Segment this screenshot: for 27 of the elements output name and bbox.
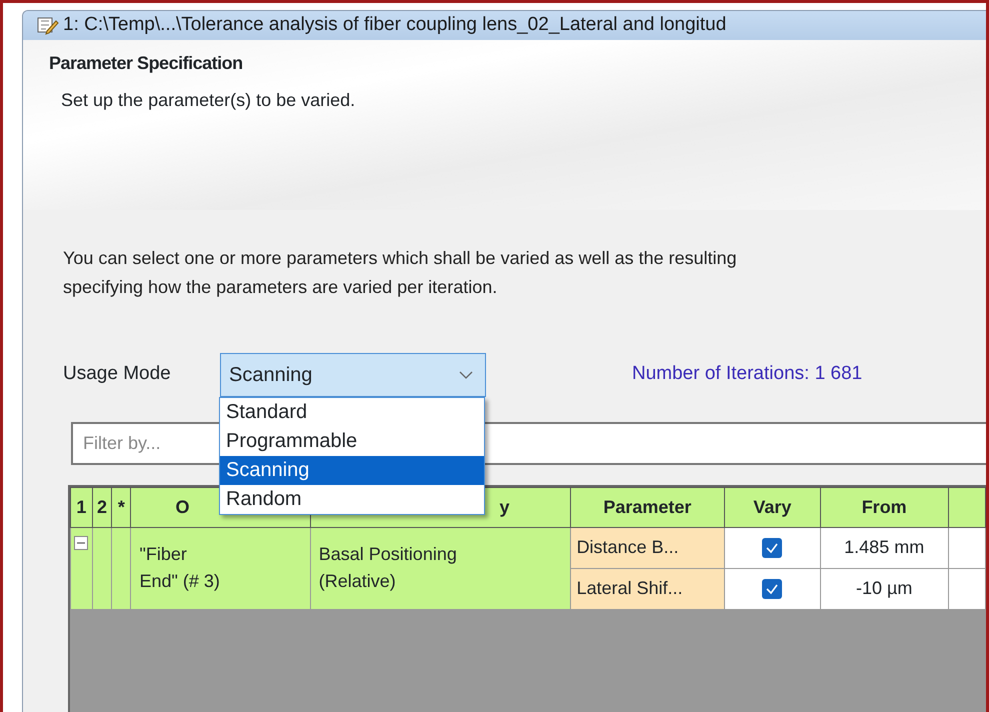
usage-mode-dropdown[interactable]: Scanning — [220, 352, 486, 396]
object-name: "Fiber End" (# 3) — [139, 543, 221, 593]
parameter-name: Distance B... — [576, 537, 679, 557]
column-header: * — [112, 487, 131, 527]
page-subtitle: Set up the parameter(s) to be varied. — [61, 88, 356, 112]
column-header: 1 — [70, 487, 92, 527]
collapse-icon[interactable] — [74, 536, 88, 550]
description-text: specifying how the parameters are varied per iteration. — [63, 276, 498, 299]
from-value: -10 µm — [856, 578, 912, 598]
vary-checkbox[interactable] — [761, 537, 784, 560]
app-icon — [37, 15, 59, 36]
from-value: 1.485 mm — [844, 537, 924, 557]
page-title: Parameter Specification — [49, 52, 244, 75]
window-title: 1: C:\Temp\...\Tolerance analysis of fiber coupling lens_02_Lateral and longitud — [63, 13, 726, 37]
column-header: Vary — [724, 487, 820, 527]
dropdown-option[interactable]: Programmable — [220, 426, 484, 456]
vary-checkbox[interactable] — [761, 578, 784, 600]
column-header: Parameter — [570, 487, 725, 527]
dropdown-option[interactable]: Scanning — [220, 456, 484, 484]
parameter-name: Lateral Shif... — [576, 578, 683, 598]
category-name: Basal Positioning (Relative) — [318, 543, 458, 593]
description-text: You can select one or more parameters which shall be varied as well as the resulting — [63, 246, 738, 270]
field-label: Usage Mode — [63, 362, 172, 386]
chevron-icon — [459, 370, 473, 378]
iterations-count: Number of Iterations: 1 681 — [632, 362, 862, 386]
column-header: From — [820, 487, 948, 527]
column-header: 2 — [92, 487, 112, 527]
